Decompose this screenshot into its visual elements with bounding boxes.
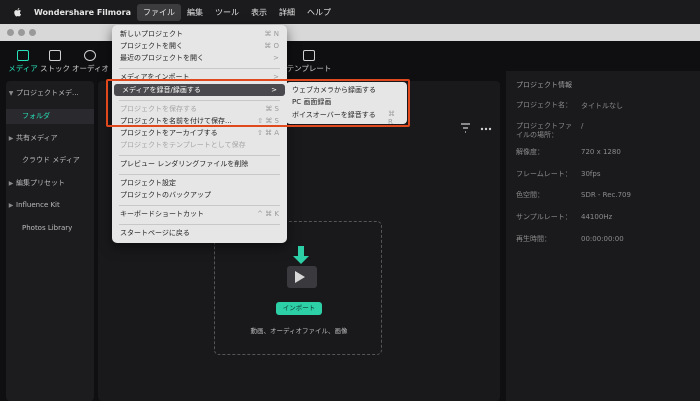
file-menu: 新しいプロジェクト ⌘ N プロジェクトを開く ⌘ O 最近のプロジェクトを開く > … <box>112 25 287 243</box>
tab-stock[interactable]: ストック <box>40 50 70 74</box>
sidebar-item-influence-kit[interactable]: ▶ Influence Kit <box>6 198 94 213</box>
menu-view[interactable]: 表示 <box>245 4 273 21</box>
menu-item-new-project[interactable]: 新しいプロジェクト ⌘ N <box>112 29 287 40</box>
annotation-highlight-box <box>106 79 410 127</box>
tab-templates[interactable]: テンプレート <box>286 50 332 74</box>
menu-item-archive-project[interactable]: プロジェクトをアーカイブする ⇧ ⌘ A <box>112 128 287 139</box>
prop-value-colorspace: SDR - Rec.709 <box>581 191 631 199</box>
menu-item-shortcut: ⌘ N <box>264 30 279 38</box>
menu-divider <box>119 174 280 175</box>
menu-item-project-settings[interactable]: プロジェクト設定 <box>112 178 287 189</box>
menu-item-label: スタートページに戻る <box>120 229 190 237</box>
chevron-right-icon: > <box>273 54 279 62</box>
menu-item-shortcut: ^ ⌘ K <box>257 210 279 218</box>
prop-value-resolution: 720 x 1280 <box>581 148 621 156</box>
menu-item-shortcut: ⌘ O <box>264 42 279 50</box>
app-name-menu[interactable]: Wondershare Filmora <box>34 8 131 17</box>
chevron-right-icon: ▶ <box>8 135 14 142</box>
menu-divider <box>119 224 280 225</box>
sidebar-item-project-media[interactable]: ▼ プロジェクトメデ... <box>6 86 94 101</box>
window-minimize-button[interactable] <box>18 29 25 36</box>
tab-templates-label: テンプレート <box>286 64 332 73</box>
menu-advanced[interactable]: 詳細 <box>273 4 301 21</box>
templates-icon <box>303 50 315 61</box>
prop-label-colorspace: 色空間： <box>516 191 544 199</box>
media-icon <box>17 50 29 61</box>
import-button[interactable]: インポート <box>276 302 322 315</box>
project-info-panel: プロジェクト情報 プロジェクト名： タイトルなし プロジェクトファイルの場所： … <box>506 71 700 401</box>
tab-audio-label: オーディオ <box>72 64 108 73</box>
prop-value-framerate: 30fps <box>581 170 601 178</box>
chevron-down-icon: ▼ <box>8 90 14 97</box>
media-sidebar: ▼ プロジェクトメデ... フォルダ ▶ 共有メディア クラウド メディア ▶ 編集プ… <box>6 81 94 401</box>
menu-item-label: キーボードショートカット <box>120 210 204 218</box>
prop-value-samplerate: 44100Hz <box>581 213 613 221</box>
apple-icon[interactable] <box>12 7 22 18</box>
menu-divider <box>119 155 280 156</box>
sidebar-item-photos-library[interactable]: Photos Library <box>6 221 94 236</box>
menu-item-start-page[interactable]: スタートページに戻る <box>112 228 287 239</box>
menu-divider <box>119 68 280 69</box>
menu-item-save-as-template[interactable]: プロジェクトをテンプレートとして保存 <box>112 140 287 151</box>
prop-value-location: / <box>581 122 584 130</box>
menu-item-label: プロジェクトを開く <box>120 42 183 50</box>
import-folder-icon <box>287 246 317 288</box>
menu-help[interactable]: ヘルプ <box>301 4 337 21</box>
window-close-button[interactable] <box>7 29 14 36</box>
sidebar-item-label: クラウド メディア <box>22 156 80 164</box>
prop-label-duration: 再生時間： <box>516 235 551 243</box>
menu-item-label: 最近のプロジェクトを開く <box>120 54 204 62</box>
window-zoom-button[interactable] <box>29 29 36 36</box>
tab-media[interactable]: メディア <box>8 50 38 74</box>
more-icon[interactable] <box>480 127 492 131</box>
prop-value-name: タイトルなし <box>581 102 623 110</box>
dropzone-hint: 動画、オーディオファイル、画像 <box>250 327 348 335</box>
menu-tools[interactable]: ツール <box>209 4 245 21</box>
menu-file[interactable]: ファイル <box>136 3 181 21</box>
menu-item-label: プロジェクトをアーカイブする <box>120 129 218 137</box>
tab-media-label: メディア <box>8 64 38 73</box>
prop-label-samplerate: サンプルレート： <box>516 213 572 221</box>
tab-stock-label: ストック <box>40 64 70 73</box>
menu-item-label: プレビュー レンダリングファイルを削除 <box>120 160 249 168</box>
menu-item-delete-render-files[interactable]: プレビュー レンダリングファイルを削除 <box>112 159 287 170</box>
menu-item-label: プロジェクトをテンプレートとして保存 <box>120 141 246 149</box>
prop-label-resolution: 解像度： <box>516 148 544 156</box>
menu-edit[interactable]: 編集 <box>181 4 209 21</box>
sidebar-item-folder[interactable]: フォルダ <box>6 109 94 124</box>
prop-label-framerate: フレームレート： <box>516 170 572 178</box>
tab-audio[interactable]: オーディオ <box>72 50 108 74</box>
menu-item-shortcut: ⇧ ⌘ A <box>256 129 279 137</box>
menu-item-keyboard-shortcuts[interactable]: キーボードショートカット ^ ⌘ K <box>112 209 287 220</box>
sidebar-item-label: フォルダ <box>22 112 50 120</box>
window-titlebar <box>0 24 700 41</box>
chevron-right-icon: ▶ <box>8 180 14 187</box>
music-note-icon <box>84 50 96 61</box>
stock-icon <box>49 50 61 61</box>
sidebar-item-cloud-media[interactable]: クラウド メディア <box>6 153 94 168</box>
sidebar-item-presets[interactable]: ▶ 編集プリセット <box>6 176 94 191</box>
prop-label-location: プロジェクトファイルの場所： <box>516 122 572 139</box>
menubar: Wondershare Filmora ファイル 編集 ツール 表示 詳細 ヘル… <box>0 0 700 24</box>
filter-icon[interactable] <box>460 123 472 133</box>
sidebar-item-label: Influence Kit <box>16 201 60 209</box>
sidebar-item-shared-media[interactable]: ▶ 共有メディア <box>6 131 94 146</box>
sidebar-item-label: 共有メディア <box>16 134 58 142</box>
menu-item-label: 新しいプロジェクト <box>120 30 183 38</box>
menu-divider <box>119 205 280 206</box>
menu-item-open-project[interactable]: プロジェクトを開く ⌘ O <box>112 41 287 52</box>
sidebar-item-label: 編集プリセット <box>16 179 65 187</box>
prop-value-duration: 00:00:00:00 <box>581 235 624 243</box>
sidebar-item-label: Photos Library <box>22 224 73 232</box>
sidebar-item-label: プロジェクトメデ... <box>16 89 79 97</box>
menu-item-label: プロジェクト設定 <box>120 179 176 187</box>
prop-label-name: プロジェクト名： <box>516 101 572 109</box>
menu-item-open-recent[interactable]: 最近のプロジェクトを開く > <box>112 53 287 64</box>
menu-item-project-backup[interactable]: プロジェクトのバックアップ <box>112 190 287 201</box>
chevron-right-icon: ▶ <box>8 202 14 209</box>
project-info-title: プロジェクト情報 <box>516 81 572 89</box>
menu-item-label: プロジェクトのバックアップ <box>120 191 211 199</box>
